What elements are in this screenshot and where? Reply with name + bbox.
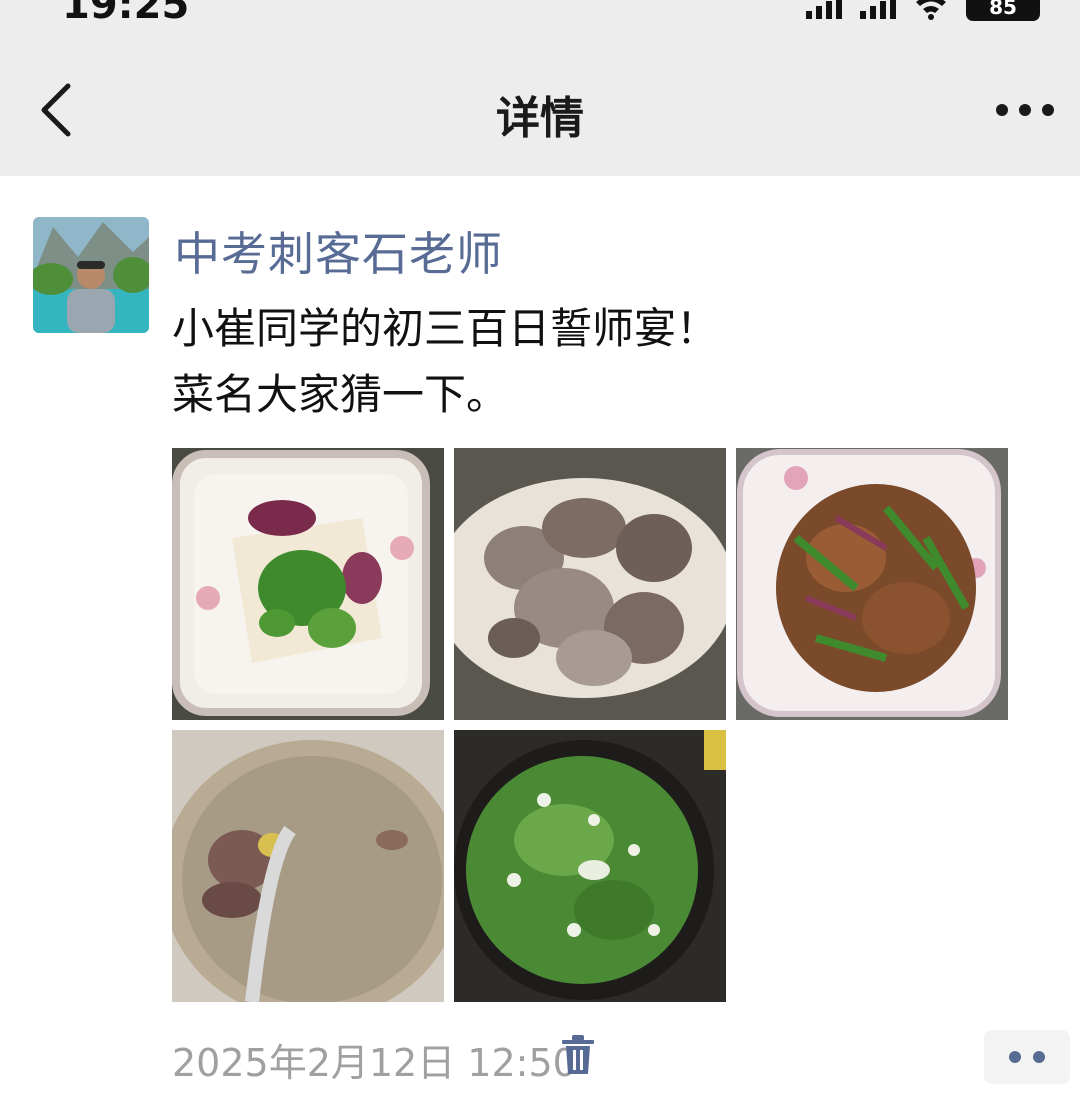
post-text-line: 菜名大家猜一下。 [172,370,509,419]
post-text-line: 小崔同学的初三百日誓师宴！ [172,304,719,353]
avatar[interactable] [33,217,149,333]
page-title: 详情 [496,93,584,144]
top-bar: 19:25 85 详情 [0,0,1080,176]
post-text: 小崔同学的初三百日誓师宴！ 菜名大家猜一下。 [172,296,1032,428]
photo-soup[interactable] [172,730,444,1002]
post-timestamp: 2025年2月12日 12:50 [172,1041,577,1085]
wifi-icon [916,0,946,20]
comment-icon-dot [1033,1051,1045,1063]
trash-icon[interactable] [560,1034,596,1076]
photo-tofu-salad[interactable] [172,448,444,720]
photo-herb-soup[interactable] [454,730,726,1002]
status-time: 19:25 [62,0,190,28]
more-button[interactable] [996,92,1054,128]
battery-icon: 85 [966,0,1040,21]
status-icons: 85 [806,0,1040,22]
signal-icon-2 [860,0,896,19]
more-icon-dot [1019,104,1031,116]
author-name[interactable]: 中考刺客石老师 [174,218,503,284]
signal-icon [806,0,842,19]
more-icon-dot [1042,104,1054,116]
comment-button[interactable] [984,1030,1070,1084]
photo-boiled-meat[interactable] [454,448,726,720]
more-icon [996,104,1008,116]
comment-icon [1009,1051,1021,1063]
photo-stir-fry[interactable] [736,448,1008,720]
